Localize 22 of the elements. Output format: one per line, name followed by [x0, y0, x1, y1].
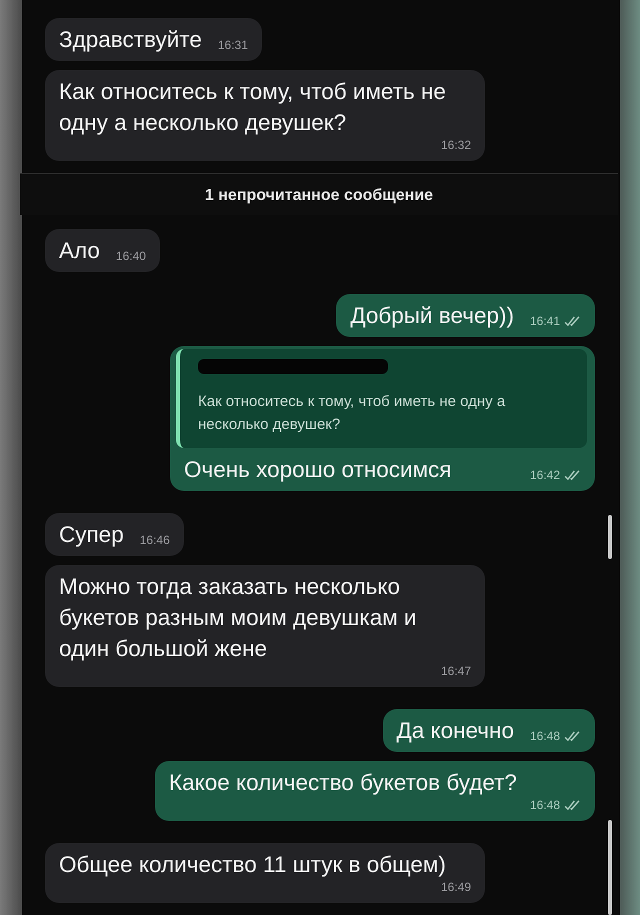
- message-time: 16:47: [440, 664, 471, 678]
- message-text: Общее количество 11 штук в общем): [59, 851, 447, 879]
- message-time: 16:32: [440, 138, 471, 152]
- message-text: Да конечно: [396, 717, 514, 745]
- message-text: Очень хорошо относимся: [184, 456, 452, 484]
- message-text: Можно тогда заказать несколько букетов разным моим девушкам и один большой жене: [59, 573, 418, 663]
- message-time: 16:46: [140, 533, 170, 547]
- message-text: Здравствуйте: [59, 26, 202, 54]
- message-time: 16:42: [530, 468, 560, 482]
- message-time: 16:40: [116, 249, 146, 263]
- message-text: Ало: [59, 237, 100, 265]
- message-time: 16:41: [530, 314, 560, 328]
- quoted-text: Как относитесь к тому, чтоб иметь не одну а несколько девушек?: [198, 392, 506, 435]
- message-time: 16:48: [530, 729, 560, 743]
- message-time: 16:48: [530, 798, 560, 812]
- message-text: Добрый вечер)): [350, 302, 514, 330]
- message-text: Супер: [59, 521, 124, 549]
- scroll-indicator: [608, 515, 612, 559]
- message-time: 16:49: [440, 880, 471, 894]
- message-text: Как относитесь к тому, чтоб иметь не одну а несколько девушек?: [59, 78, 447, 137]
- message-time: 16:31: [218, 38, 248, 52]
- message-text: Какое количество букетов будет?: [169, 769, 518, 797]
